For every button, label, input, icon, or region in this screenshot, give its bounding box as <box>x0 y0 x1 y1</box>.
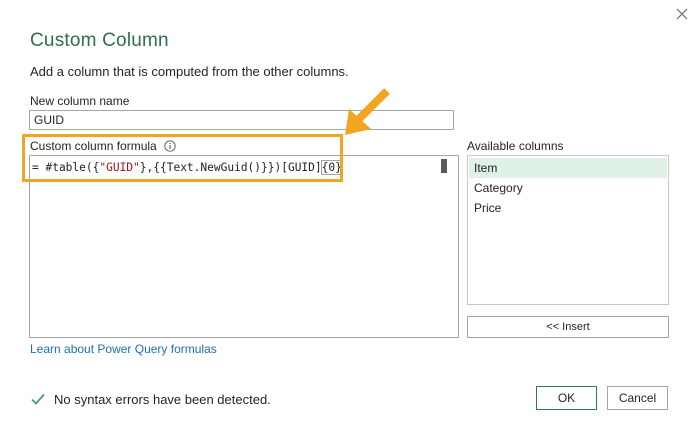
formula-middle: },{{Text.NewGuid()}})[GUID] <box>139 161 322 174</box>
dialog-subtitle: Add a column that is computed from the o… <box>30 64 349 79</box>
formula-string-literal: "GUID" <box>99 161 140 174</box>
close-button[interactable] <box>672 4 692 24</box>
learn-power-query-link[interactable]: Learn about Power Query formulas <box>30 342 217 356</box>
dialog-title: Custom Column <box>30 30 169 51</box>
scrollbar-thumb[interactable] <box>441 159 447 173</box>
formula-label-row: Custom column formula <box>30 139 176 153</box>
available-columns-list[interactable]: Item Category Price <box>467 155 669 305</box>
new-column-name-label: New column name <box>30 94 130 108</box>
formula-editor[interactable] <box>29 155 459 338</box>
annotation-arrow-icon <box>345 88 390 135</box>
status-message: No syntax errors have been detected. <box>54 391 271 407</box>
formula-bracket-match: {0} <box>320 160 343 175</box>
cancel-button[interactable]: Cancel <box>607 386 668 410</box>
available-column-category[interactable]: Category <box>469 178 667 198</box>
formula-label: Custom column formula <box>30 139 157 153</box>
ok-button[interactable]: OK <box>536 386 597 410</box>
formula-text[interactable]: = #table({"GUID"},{{Text.NewGuid()}})[GU… <box>32 160 343 175</box>
syntax-status: No syntax errors have been detected. <box>30 391 271 407</box>
available-column-item[interactable]: Item <box>469 158 667 178</box>
formula-scrollbar[interactable] <box>440 157 449 333</box>
available-column-price[interactable]: Price <box>469 198 667 218</box>
checkmark-icon <box>31 393 45 405</box>
close-icon <box>676 8 688 20</box>
available-columns-label: Available columns <box>467 139 564 153</box>
formula-prefix: = #table({ <box>32 161 100 174</box>
info-icon[interactable] <box>164 140 176 152</box>
insert-button[interactable]: << Insert <box>467 316 669 338</box>
